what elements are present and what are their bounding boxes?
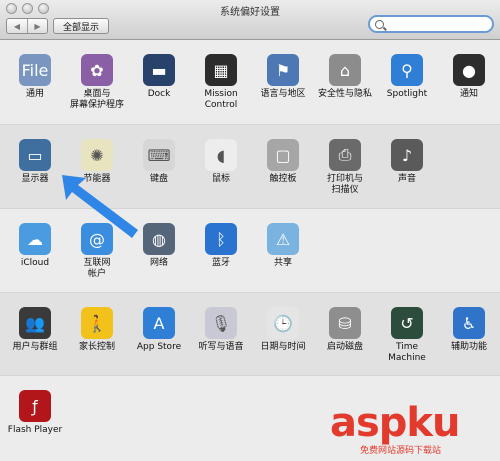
pane-disk[interactable]: ⛁ 启动磁盘	[314, 307, 376, 353]
pane-general[interactable]: File 通用	[4, 54, 66, 100]
dock-icon: ▬	[143, 54, 175, 86]
sharing-icon: ⚠	[267, 223, 299, 255]
pane-icloud[interactable]: ☁ iCloud	[4, 223, 66, 269]
pane-app-store[interactable]: A App Store	[128, 307, 190, 353]
mission-control-icon: ▦	[205, 54, 237, 86]
pane-speaker[interactable]: ♪ 声音	[376, 139, 438, 185]
watermark-logo: aspku	[330, 400, 461, 446]
pane-label: Spotlight	[386, 89, 428, 99]
bluetooth-icon: ᛒ	[205, 223, 237, 255]
pane-label: 蓝牙	[211, 258, 230, 268]
icloud-icon: ☁	[19, 223, 51, 255]
trackpad-icon: ▢	[267, 139, 299, 171]
pane-label: Flash Player	[7, 425, 63, 435]
pane-label: Mission Control	[204, 89, 238, 110]
pane-label: 语言与地区	[260, 89, 306, 99]
pane-spotlight[interactable]: ⚲ Spotlight	[376, 54, 438, 100]
house-lock-icon: ⌂	[329, 54, 361, 86]
time-machine-icon: ↺	[391, 307, 423, 339]
pane-trackpad[interactable]: ▢ 触控板	[252, 139, 314, 185]
pane-bluetooth[interactable]: ᛒ 蓝牙	[190, 223, 252, 269]
pane-accessibility[interactable]: ♿ 辅助功能	[438, 307, 500, 353]
pane-flash-player[interactable]: ƒ Flash Player	[4, 390, 66, 436]
search-field[interactable]	[368, 15, 494, 33]
flag-icon: ⚑	[267, 54, 299, 86]
pane-label: 网络	[149, 258, 168, 268]
spotlight-icon: ⚲	[391, 54, 423, 86]
pane-label: 启动磁盘	[326, 342, 363, 352]
app-store-icon: A	[143, 307, 175, 339]
pane-users[interactable]: 👥 用户与群组	[4, 307, 66, 353]
general-icon: File	[19, 54, 51, 86]
search-icon	[375, 19, 384, 29]
pane-mouse[interactable]: ◖ 鼠标	[190, 139, 252, 185]
bulb-icon: ✺	[81, 139, 113, 171]
pane-label: 打印机与 扫描仪	[326, 174, 363, 195]
pane-label: iCloud	[20, 258, 50, 268]
pane-mission-control[interactable]: ▦ Mission Control	[190, 54, 252, 111]
show-all-button[interactable]: 全部显示	[53, 18, 109, 34]
display-icon: ▭	[19, 139, 51, 171]
accessibility-icon: ♿	[453, 307, 485, 339]
pane-label: 家长控制	[78, 342, 115, 352]
annotation-arrow-icon	[62, 175, 138, 238]
parental-controls-icon: 🚶	[81, 307, 113, 339]
pane-parental-controls[interactable]: 🚶 家长控制	[66, 307, 128, 353]
pane-label: 日期与时间	[260, 342, 306, 352]
desktop-icon: ✿	[81, 54, 113, 86]
pane-label: 鼠标	[211, 174, 230, 184]
pane-label: Time Machine	[388, 342, 426, 363]
pane-label: 通用	[25, 89, 44, 99]
pane-label: App Store	[136, 342, 182, 352]
mouse-icon: ◖	[205, 139, 237, 171]
pane-display[interactable]: ▭ 显示器	[4, 139, 66, 185]
pane-flag[interactable]: ⚑ 语言与地区	[252, 54, 314, 100]
pane-label: Dock	[147, 89, 171, 99]
watermark-subtitle: 免费网站源码下载站	[360, 446, 442, 456]
nav-buttons: ◀ ▶	[6, 18, 48, 34]
pane-label: 用户与群组	[12, 342, 58, 352]
pane-microphone[interactable]: 🎙 听写与语音	[190, 307, 252, 353]
pane-sharing[interactable]: ⚠ 共享	[252, 223, 314, 269]
pane-label: 显示器	[21, 174, 49, 184]
flash-player-icon: ƒ	[19, 390, 51, 422]
pane-label: 通知	[459, 89, 478, 99]
keyboard-icon: ⌨	[143, 139, 175, 171]
search-input[interactable]	[388, 19, 488, 29]
pane-desktop[interactable]: ✿ 桌面与 屏幕保护程序	[66, 54, 128, 111]
pane-clock[interactable]: 🕒 日期与时间	[252, 307, 314, 353]
pane-time-machine[interactable]: ↺ Time Machine	[376, 307, 438, 364]
pane-row: 👥 用户与群组 🚶 家长控制 A App Store 🎙 听写与语音 🕒 日期与时间 ⛁ 启动磁盘 ↺ T…	[0, 292, 500, 376]
pane-label: 听写与语音	[198, 342, 244, 352]
pane-label: 互联网 帐户	[83, 258, 111, 279]
users-icon: 👥	[19, 307, 51, 339]
pane-label: 共享	[273, 258, 292, 268]
titlebar: 系统偏好设置 ◀ ▶ 全部显示	[0, 0, 500, 40]
network-icon: ◍	[143, 223, 175, 255]
back-button[interactable]: ◀	[7, 19, 27, 33]
speaker-icon: ♪	[391, 139, 423, 171]
pane-label: 辅助功能	[450, 342, 487, 352]
pane-house-lock[interactable]: ⌂ 安全性与隐私	[314, 54, 376, 100]
pane-row: File 通用 ✿ 桌面与 屏幕保护程序 ▬ Dock ▦ Mission Control ⚑ 语…	[0, 40, 500, 124]
pane-label: 桌面与 屏幕保护程序	[69, 89, 124, 110]
pane-printer[interactable]: ⎙ 打印机与 扫描仪	[314, 139, 376, 196]
microphone-icon: 🎙	[205, 307, 237, 339]
pane-label: 安全性与隐私	[317, 89, 372, 99]
printer-icon: ⎙	[329, 139, 361, 171]
clock-icon: 🕒	[267, 307, 299, 339]
disk-icon: ⛁	[329, 307, 361, 339]
pane-dock[interactable]: ▬ Dock	[128, 54, 190, 100]
forward-button[interactable]: ▶	[27, 19, 47, 33]
notifications-icon: ●	[453, 54, 485, 86]
pane-label: 声音	[397, 174, 416, 184]
pane-label: 触控板	[269, 174, 297, 184]
watermark: aspku 免费网站源码下载站	[330, 400, 498, 458]
pane-notifications[interactable]: ● 通知	[438, 54, 500, 100]
